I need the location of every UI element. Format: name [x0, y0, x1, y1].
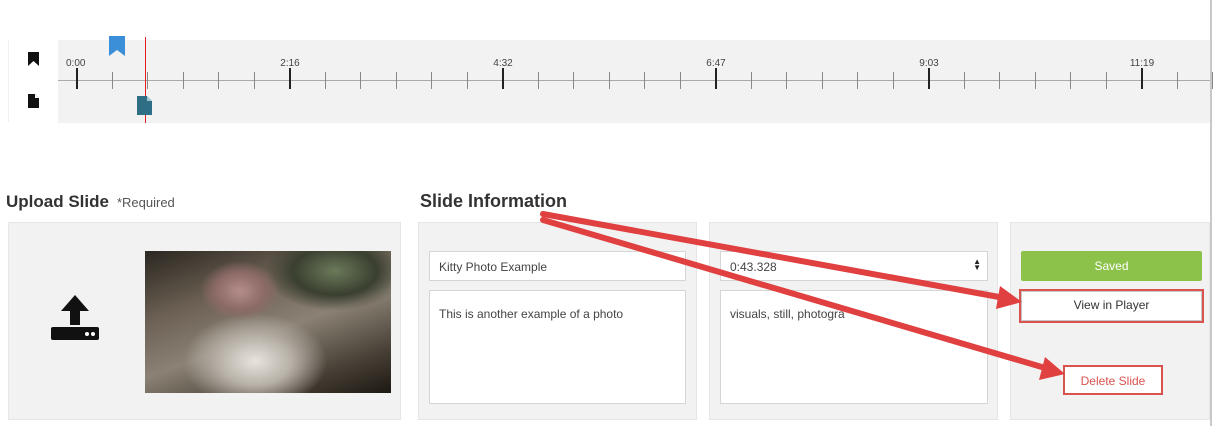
timeline-axis	[58, 80, 1210, 81]
timeline-major-tick	[502, 68, 504, 89]
timeline-minor-tick	[822, 72, 823, 89]
timeline-minor-tick	[325, 72, 326, 89]
timeline-minor-tick	[431, 72, 432, 89]
delete-slide-button[interactable]: Delete Slide	[1063, 365, 1163, 395]
slide-time-input[interactable]: 0:43.328 ▲ ▼	[720, 251, 988, 281]
slide-information-heading: Slide Information	[420, 191, 568, 211]
bookmark-icon[interactable]	[28, 52, 39, 66]
timeline-minor-tick	[893, 72, 894, 89]
tick-label: 11:19	[1129, 58, 1155, 69]
upload-icon[interactable]	[49, 293, 101, 346]
timeline-minor-tick	[999, 72, 1000, 89]
timeline-minor-tick	[1106, 72, 1107, 89]
tick-label: 6:47	[706, 58, 726, 69]
time-spinner-icon[interactable]: ▲ ▼	[973, 258, 981, 272]
slide-marker-icon[interactable]	[137, 96, 152, 120]
timeline-minor-tick	[680, 72, 681, 89]
timeline-major-tick	[76, 68, 78, 89]
timeline-minor-tick	[1035, 72, 1036, 89]
bookmark-marker-icon[interactable]	[109, 36, 125, 61]
slide-actions-panel: Saved View in Player Delete Slide	[1010, 222, 1210, 420]
timeline-minor-tick	[1070, 72, 1071, 89]
required-note: *Required	[116, 195, 175, 210]
timeline-minor-tick	[467, 72, 468, 89]
timeline-major-tick	[289, 68, 291, 89]
timeline-minor-tick	[147, 72, 148, 89]
tick-label: 2:16	[280, 58, 300, 69]
timeline-minor-tick	[396, 72, 397, 89]
timeline-minor-tick	[360, 72, 361, 89]
timeline-major-tick	[928, 68, 930, 89]
upload-slide-heading: Upload Slide *Required	[6, 192, 175, 211]
slide-thumbnail-image	[145, 251, 391, 393]
timeline-minor-tick	[609, 72, 610, 89]
page-right-border	[1210, 0, 1212, 426]
timeline-track[interactable]: 0:00 2:16 4:32 6:47 9:03 11:19	[58, 40, 1213, 123]
timeline-minor-tick	[964, 72, 965, 89]
timeline-minor-tick	[1212, 72, 1213, 89]
slide-time-value: 0:43.328	[730, 260, 777, 274]
timeline-minor-tick	[183, 72, 184, 89]
slide-description-textarea[interactable]: This is another example of a photo	[429, 290, 686, 404]
timeline-icon-column	[8, 40, 58, 122]
slide-title-input[interactable]: Kitty Photo Example	[429, 251, 686, 281]
slide-meta-panel: 0:43.328 ▲ ▼ visuals, still, photogra	[709, 222, 998, 420]
timeline-minor-tick	[857, 72, 858, 89]
timeline-minor-tick	[112, 72, 113, 89]
timeline-minor-tick	[786, 72, 787, 89]
timeline-minor-tick	[573, 72, 574, 89]
timeline-minor-tick	[254, 72, 255, 89]
timeline-minor-tick	[218, 72, 219, 89]
timeline-minor-tick	[644, 72, 645, 89]
timeline-minor-tick	[538, 72, 539, 89]
slide-tags-textarea[interactable]: visuals, still, photogra	[720, 290, 988, 404]
timeline-minor-tick	[1177, 72, 1178, 89]
timeline-major-tick	[715, 68, 717, 89]
tick-label: 0:00	[66, 58, 86, 69]
slide-file-icon[interactable]	[28, 94, 39, 108]
timeline-minor-tick	[751, 72, 752, 89]
view-in-player-button[interactable]: View in Player	[1019, 289, 1204, 323]
saved-button[interactable]: Saved	[1021, 251, 1202, 281]
tick-label: 4:32	[493, 58, 513, 69]
upload-panel	[8, 222, 401, 420]
slide-info-panel: Kitty Photo Example This is another exam…	[418, 222, 697, 420]
tick-label: 9:03	[919, 58, 939, 69]
timeline-major-tick	[1141, 68, 1143, 89]
